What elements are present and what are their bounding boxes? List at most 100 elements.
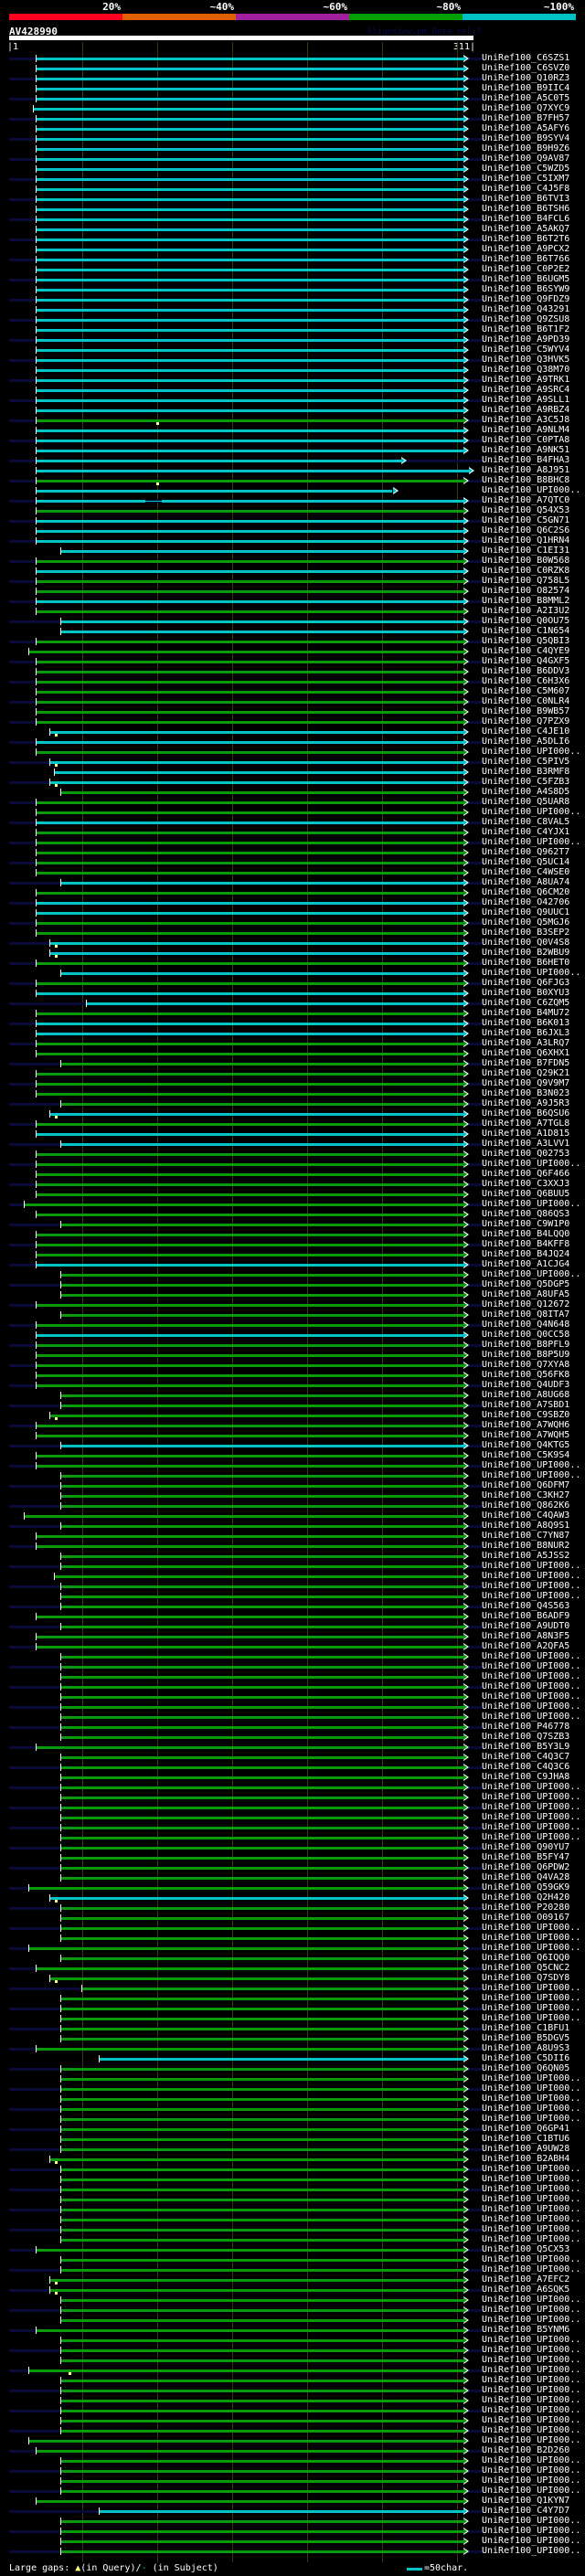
hit-label[interactable]: UniRef100_B6DDV3 (482, 666, 569, 676)
hit-label[interactable]: UniRef100_A7WQH6 (482, 1420, 569, 1430)
hit-label[interactable]: UniRef100_Q29K21 (482, 1068, 569, 1078)
hit-label[interactable]: UniRef100_UPI000.. (482, 807, 580, 817)
hit-label[interactable]: UniRef100_UPI000.. (482, 747, 580, 757)
hit-label[interactable]: UniRef100_A1CJG4 (482, 1259, 569, 1269)
hit-label[interactable]: UniRef100_B5YNM6 (482, 2325, 569, 2335)
hit-label[interactable]: UniRef100_B5FY47 (482, 1852, 569, 1862)
hit-label[interactable]: UniRef100_C0P2E2 (482, 264, 569, 274)
hit-label[interactable]: UniRef100_Q54X53 (482, 505, 569, 515)
hit-label[interactable]: UniRef100_A7TGL8 (482, 1118, 569, 1129)
hit-label[interactable]: UniRef100_A6SQK5 (482, 2284, 569, 2295)
hit-label[interactable]: UniRef100_UPI000.. (482, 1943, 580, 1953)
hit-label[interactable]: UniRef100_Q1HRN4 (482, 535, 569, 546)
hit-label[interactable]: UniRef100_Q38M70 (482, 365, 569, 375)
hit-label[interactable]: UniRef100_UPI000.. (482, 2455, 580, 2465)
hit-label[interactable]: UniRef100_UPI000.. (482, 2335, 580, 2345)
hit-label[interactable]: UniRef100_B6T2T6 (482, 234, 569, 244)
hit-label[interactable]: UniRef100_Q6F466 (482, 1169, 569, 1179)
hit-label[interactable]: UniRef100_A5AFY6 (482, 123, 569, 133)
hit-label[interactable]: UniRef100_C5WZD5 (482, 164, 569, 174)
hit-label[interactable]: UniRef100_UPI000.. (482, 1159, 580, 1169)
hit-label[interactable]: UniRef100_B0XYU3 (482, 988, 569, 998)
hit-label[interactable]: UniRef100_A7QTC0 (482, 495, 569, 505)
hit-label[interactable]: UniRef100_Q5UC14 (482, 857, 569, 867)
hit-label[interactable]: UniRef100_Q6XHX1 (482, 1048, 569, 1058)
hit-label[interactable]: UniRef100_A9PD39 (482, 334, 569, 345)
hit-label[interactable]: UniRef100_A7SBD1 (482, 1400, 569, 1410)
hit-label[interactable]: UniRef100_UPI000.. (482, 837, 580, 847)
hit-label[interactable]: UniRef100_C4Y7D7 (482, 2506, 569, 2516)
hit-label[interactable]: UniRef100_A3C5J8 (482, 415, 569, 425)
hit-label[interactable]: UniRef100_C5WYV4 (482, 345, 569, 355)
hit-label[interactable]: UniRef100_UPI000.. (482, 485, 580, 495)
hit-label[interactable]: UniRef100_A5JSS2 (482, 1551, 569, 1561)
hit-label[interactable]: UniRef100_UPI000.. (482, 2355, 580, 2365)
hit-label[interactable]: UniRef100_UPI000.. (482, 2224, 580, 2234)
hit-label[interactable]: UniRef100_C5FZB3 (482, 777, 569, 787)
hit-label[interactable]: UniRef100_C4YJX1 (482, 827, 569, 837)
hit-label[interactable]: UniRef100_A9NLM4 (482, 425, 569, 435)
hit-label[interactable]: UniRef100_Q962T7 (482, 847, 569, 857)
hit-label[interactable]: UniRef100_C9W1P0 (482, 1219, 569, 1229)
hit-label[interactable]: UniRef100_Q59GK9 (482, 1882, 569, 1892)
hit-label[interactable]: UniRef100_UPI000.. (482, 2305, 580, 2315)
hit-label[interactable]: UniRef100_B4KFF8 (482, 1239, 569, 1249)
hit-label[interactable]: UniRef100_B6T766 (482, 254, 569, 264)
hit-label[interactable]: UniRef100_UPI000.. (482, 2264, 580, 2274)
hit-label[interactable]: UniRef100_UPI000.. (482, 1681, 580, 1691)
hit-label[interactable]: UniRef100_Q90YU7 (482, 1842, 569, 1852)
hit-label[interactable]: UniRef100_UPI000.. (482, 2073, 580, 2083)
hit-label[interactable]: UniRef100_B9WB57 (482, 706, 569, 716)
hit-label[interactable]: UniRef100_UPI000.. (482, 1712, 580, 1722)
hit-label[interactable]: UniRef100_UPI000.. (482, 1691, 580, 1701)
hit-label[interactable]: UniRef100_Q5CNC2 (482, 1963, 569, 1973)
hit-label[interactable]: UniRef100_B6ADF9 (482, 1611, 569, 1621)
hit-label[interactable]: UniRef100_Q7XYA8 (482, 1360, 569, 1370)
hit-label[interactable]: UniRef100_B4LQQ0 (482, 1229, 569, 1239)
hit-label[interactable]: UniRef100_B3RMF8 (482, 767, 569, 777)
hit-label[interactable]: UniRef100_Q7XYC9 (482, 103, 569, 113)
hit-label[interactable]: UniRef100_B8NUR2 (482, 1541, 569, 1551)
hit-label[interactable]: UniRef100_UPI000.. (482, 2254, 580, 2264)
hit-label[interactable]: UniRef100_C6H3X6 (482, 676, 569, 686)
hit-label[interactable]: UniRef100_C5K9S4 (482, 1450, 569, 1460)
hit-label[interactable]: UniRef100_C1N654 (482, 626, 569, 636)
hit-label[interactable]: UniRef100_UPI000.. (482, 2094, 580, 2104)
hit-label[interactable]: UniRef100_UPI000.. (482, 1269, 580, 1279)
hit-label[interactable]: UniRef100_A9NK51 (482, 445, 569, 455)
hit-label[interactable]: UniRef100_A9TRK1 (482, 375, 569, 385)
hit-label[interactable]: UniRef100_Q9ZSU8 (482, 314, 569, 324)
hit-label[interactable]: UniRef100_UPI000.. (482, 2526, 580, 2536)
hit-label[interactable]: UniRef100_C7YN87 (482, 1531, 569, 1541)
hit-label[interactable]: UniRef100_Q862K6 (482, 1500, 569, 1511)
hit-label[interactable]: UniRef100_B3N023 (482, 1088, 569, 1098)
hit-label[interactable]: UniRef100_A5DLI6 (482, 737, 569, 747)
hit-label[interactable]: UniRef100_UPI000.. (482, 1199, 580, 1209)
hit-label[interactable]: UniRef100_B8MML2 (482, 596, 569, 606)
hit-label[interactable]: UniRef100_B6T1F2 (482, 324, 569, 334)
hit-label[interactable]: UniRef100_C4Q3C7 (482, 1752, 569, 1762)
hit-label[interactable]: UniRef100_Q0V4S8 (482, 938, 569, 948)
hit-label[interactable]: UniRef100_Q4KTG5 (482, 1440, 569, 1450)
hit-label[interactable]: UniRef100_B7FH57 (482, 113, 569, 123)
hit-label[interactable]: UniRef100_B9IIC4 (482, 83, 569, 93)
hit-label[interactable]: UniRef100_UPI000.. (482, 1993, 580, 2003)
hit-label[interactable]: UniRef100_UPI000.. (482, 1460, 580, 1470)
hit-label[interactable]: UniRef100_Q6CM20 (482, 887, 569, 897)
hit-label[interactable]: UniRef100_B9SYV4 (482, 133, 569, 143)
hit-label[interactable]: UniRef100_Q7SDY8 (482, 1973, 569, 1983)
hit-label[interactable]: UniRef100_C5M607 (482, 686, 569, 696)
hit-label[interactable]: UniRef100_UPI000.. (482, 968, 580, 978)
hit-label[interactable]: UniRef100_Q4N648 (482, 1320, 569, 1330)
hit-label[interactable]: UniRef100_UPI000.. (482, 2345, 580, 2355)
hit-label[interactable]: UniRef100_B4FCL6 (482, 214, 569, 224)
hit-label[interactable]: UniRef100_UPI000.. (482, 1661, 580, 1671)
hit-label[interactable]: UniRef100_A8U9S3 (482, 2043, 569, 2053)
hit-label[interactable]: UniRef100_UPI000.. (482, 2083, 580, 2094)
hit-label[interactable]: UniRef100_Q6BUU5 (482, 1189, 569, 1199)
hit-label[interactable]: UniRef100_B6SYW9 (482, 284, 569, 294)
hit-label[interactable]: UniRef100_UPI000.. (482, 1923, 580, 1933)
hit-label[interactable]: UniRef100_Q6C2S6 (482, 525, 569, 535)
hit-label[interactable]: UniRef100_UPI000.. (482, 2546, 580, 2556)
hit-label[interactable]: UniRef100_A9SRC4 (482, 385, 569, 395)
